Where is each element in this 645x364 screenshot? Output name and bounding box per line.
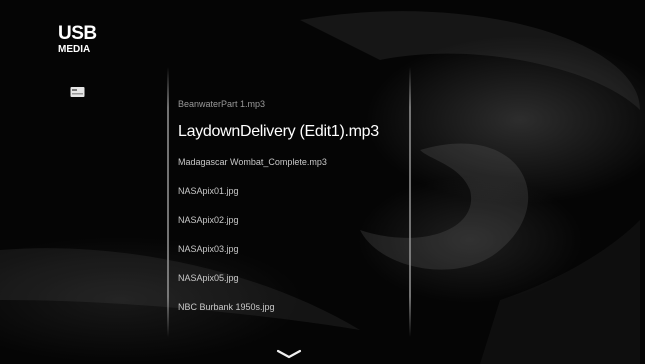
usb-drive-icon[interactable] <box>70 85 85 97</box>
file-item[interactable]: NASApix03.jpg <box>178 235 418 264</box>
file-item[interactable]: Madagascar Wombat_Complete.mp3 <box>178 148 418 177</box>
file-item-selected[interactable]: LaydownDelivery (Edit1).mp3 <box>178 116 418 148</box>
list-left-divider <box>167 67 169 337</box>
chevron-down-icon[interactable] <box>276 346 302 359</box>
usb-media-title: USB MEDIA <box>58 24 97 55</box>
title-line-usb: USB <box>58 23 97 44</box>
file-item[interactable]: NASApix01.jpg <box>178 177 418 206</box>
file-list: BeanwaterPart 1.mp3 LaydownDelivery (Edi… <box>178 92 418 322</box>
file-item[interactable]: NASApix05.jpg <box>178 264 418 293</box>
file-item[interactable]: NASApix02.jpg <box>178 206 418 235</box>
file-item[interactable]: NBC Burbank 1950s.jpg <box>178 293 418 322</box>
title-line-media: MEDIA <box>58 44 91 55</box>
file-item[interactable]: BeanwaterPart 1.mp3 <box>178 92 418 116</box>
